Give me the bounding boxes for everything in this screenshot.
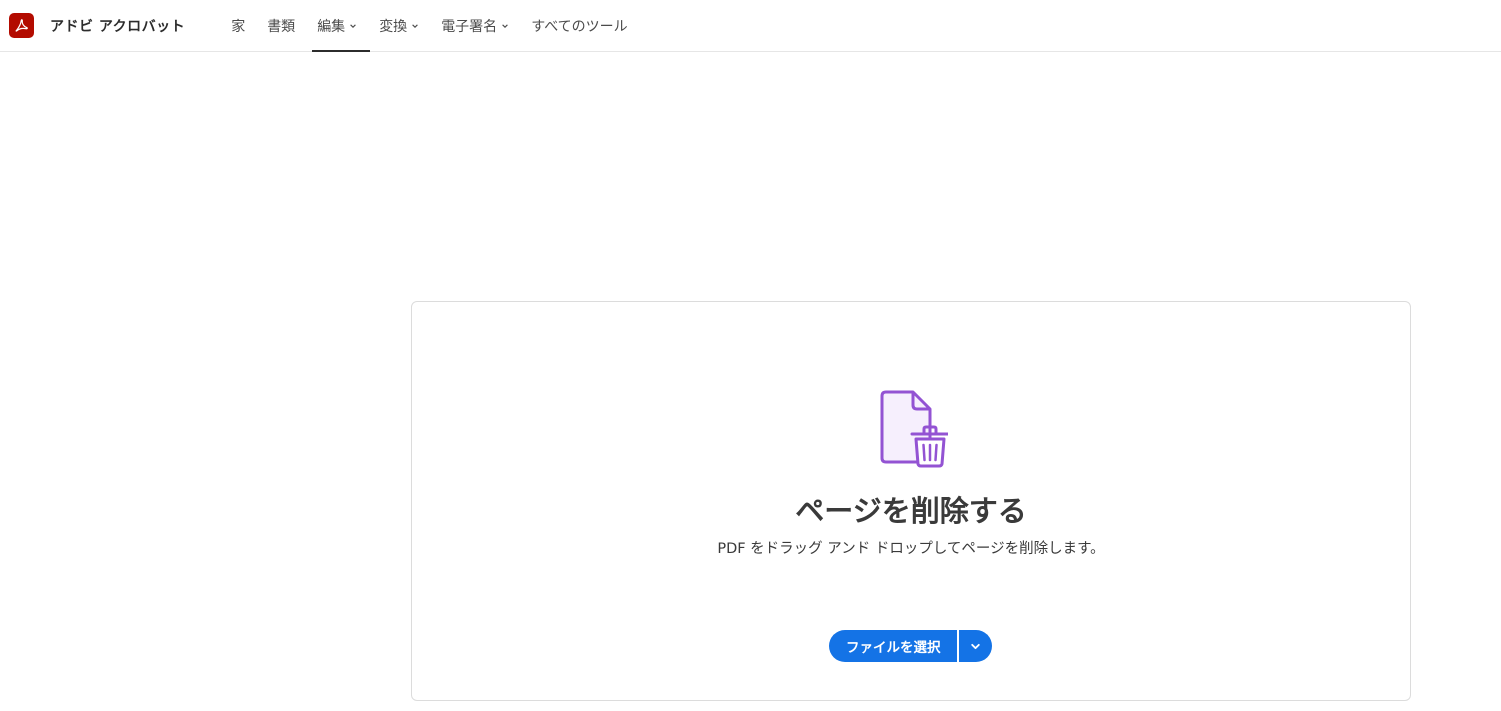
- select-file-button-group: ファイルを選択: [829, 630, 992, 662]
- chevron-down-icon: [970, 641, 981, 652]
- select-file-options-button[interactable]: [958, 630, 992, 662]
- top-navigation-bar: アドビ アクロバット 家 書類 編集 変換 電子署名 すべてのツール: [0, 0, 1501, 52]
- nav-item-edit[interactable]: 編集: [308, 0, 371, 52]
- file-drop-zone[interactable]: ページを削除する PDF をドラッグ アンド ドロップしてページを削除します。 …: [411, 301, 1411, 701]
- delete-pages-icon: [878, 390, 950, 468]
- nav-item-label: 編集: [317, 18, 346, 35]
- acrobat-logo-icon: [9, 13, 34, 38]
- nav-item-label: 電子署名: [441, 18, 498, 35]
- nav-item-label: 変換: [379, 18, 408, 35]
- brand-home-link[interactable]: アドビ アクロバット: [0, 0, 185, 51]
- tool-description: PDF をドラッグ アンド ドロップしてページを削除します。: [717, 541, 1105, 557]
- chevron-down-icon: [349, 22, 357, 30]
- nav-item-label: すべてのツール: [531, 18, 628, 35]
- main-nav: 家 書類 編集 変換 電子署名 すべてのツール: [222, 0, 640, 52]
- tool-title: ページを削除する: [795, 494, 1027, 528]
- nav-item-label: 書類: [267, 18, 296, 35]
- nav-item-label: 家: [231, 18, 246, 35]
- chevron-down-icon: [501, 22, 509, 30]
- nav-item-e-sign[interactable]: 電子署名: [432, 0, 518, 51]
- nav-item-home[interactable]: 家: [222, 0, 254, 51]
- nav-item-convert[interactable]: 変換: [370, 0, 428, 51]
- select-file-button[interactable]: ファイルを選択: [829, 630, 957, 662]
- nav-item-documents[interactable]: 書類: [258, 0, 304, 51]
- nav-item-all-tools[interactable]: すべてのツール: [522, 0, 636, 51]
- chevron-down-icon: [411, 22, 419, 30]
- app-name: アドビ アクロバット: [50, 18, 186, 35]
